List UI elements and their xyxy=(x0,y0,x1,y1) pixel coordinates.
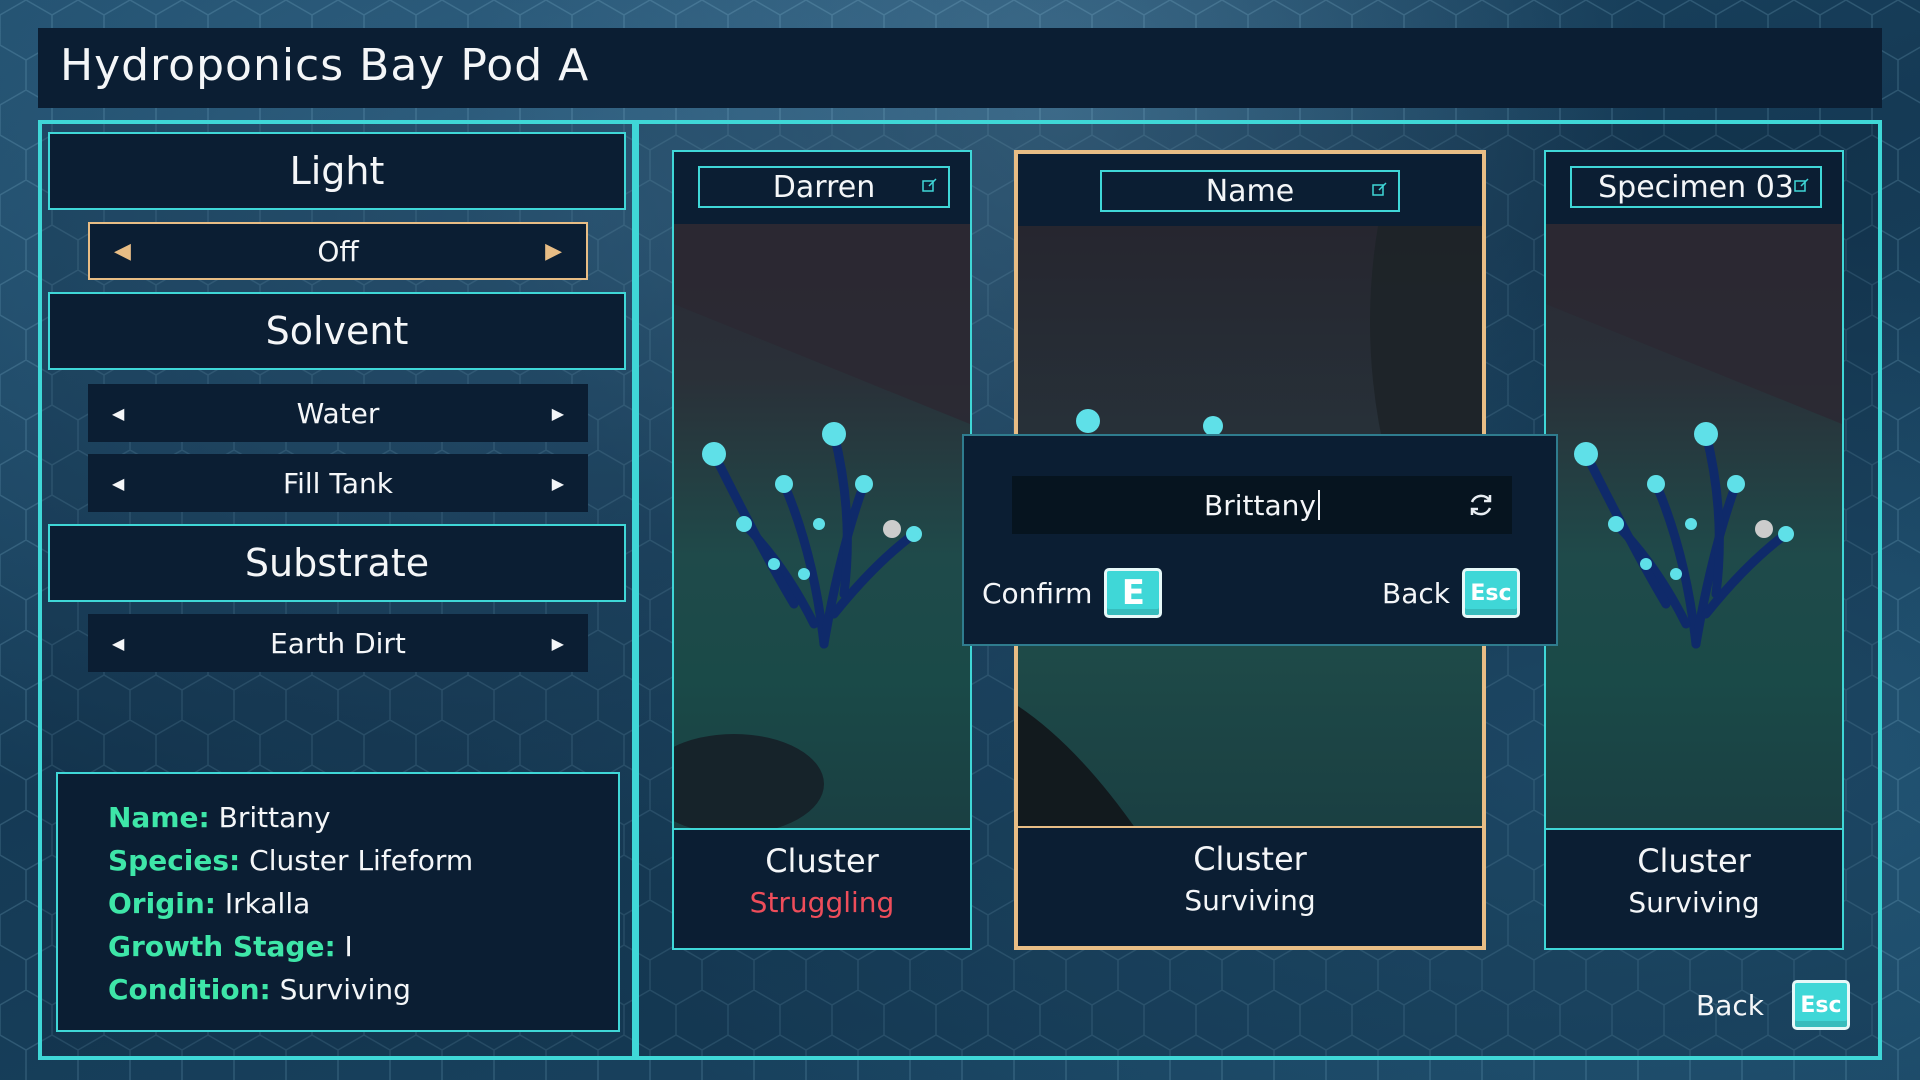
specimen-card-3[interactable]: Specimen 03 Cluster Surviving xyxy=(1544,150,1844,950)
specimen-type: Cluster xyxy=(765,842,879,880)
arrow-left-icon[interactable]: ◀ xyxy=(112,634,124,653)
solvent-header: Solvent xyxy=(48,292,626,370)
light-value: Off xyxy=(317,234,359,268)
specimen-status: Struggling xyxy=(749,886,895,919)
edit-icon[interactable] xyxy=(922,177,938,193)
arrow-left-icon[interactable]: ◀ xyxy=(114,239,131,264)
plant-cluster-graphic xyxy=(674,224,970,830)
arrow-right-icon[interactable]: ▶ xyxy=(545,239,562,264)
edit-icon[interactable] xyxy=(1372,181,1388,197)
arrow-right-icon[interactable]: ▶ xyxy=(552,404,564,423)
refresh-icon[interactable] xyxy=(1466,490,1496,520)
specimen-name-box[interactable]: Specimen 03 xyxy=(1570,166,1822,208)
light-label: Light xyxy=(289,149,385,193)
light-selector[interactable]: ◀ Off ▶ xyxy=(88,222,588,280)
specimen-name: Name xyxy=(1205,173,1295,209)
dialog-back-label: Back xyxy=(1382,576,1450,610)
arrow-right-icon[interactable]: ▶ xyxy=(552,634,564,653)
arrow-left-icon[interactable]: ◀ xyxy=(112,474,124,493)
text-caret xyxy=(1317,490,1320,520)
specimen-name-box[interactable]: Darren xyxy=(698,166,950,208)
rename-dialog: Brittany Confirm E Back Esc xyxy=(962,434,1558,646)
card-footer: Cluster Surviving xyxy=(1546,828,1842,948)
info-name-row: Name: Brittany xyxy=(108,801,331,834)
confirm-button[interactable]: Confirm E xyxy=(982,568,1163,618)
title-bar: Hydroponics Bay Pod A xyxy=(38,28,1882,108)
substrate-header: Substrate xyxy=(48,524,626,602)
info-origin-row: Origin: Irkalla xyxy=(108,887,311,920)
info-species-row: Species: Cluster Lifeform xyxy=(108,844,474,877)
specimen-image xyxy=(674,224,970,830)
confirm-label: Confirm xyxy=(982,576,1093,610)
light-header: Light xyxy=(48,132,626,210)
back-button[interactable]: Back Esc xyxy=(1696,980,1850,1030)
card-footer: Cluster Surviving xyxy=(1018,826,1482,946)
substrate-label: Substrate xyxy=(244,541,430,585)
card-header: Name xyxy=(1018,154,1482,226)
key-e-icon: E xyxy=(1104,568,1163,618)
arrow-left-icon[interactable]: ◀ xyxy=(112,404,124,423)
specimen-status: Surviving xyxy=(1184,884,1316,917)
substrate-selector[interactable]: ◀ Earth Dirt ▶ xyxy=(88,614,588,672)
back-label: Back xyxy=(1696,988,1764,1022)
fill-tank-selector[interactable]: ◀ Fill Tank ▶ xyxy=(88,454,588,512)
specimen-info-box: Name: Brittany Species: Cluster Lifeform… xyxy=(56,772,620,1032)
specimen-name: Darren xyxy=(772,169,876,205)
key-esc-icon: Esc xyxy=(1791,980,1850,1030)
solvent-label: Solvent xyxy=(265,309,409,353)
plant-cluster-graphic xyxy=(1546,224,1842,649)
specimen-type: Cluster xyxy=(1637,842,1751,880)
specimen-status: Surviving xyxy=(1628,886,1760,919)
solvent-selector[interactable]: ◀ Water ▶ xyxy=(88,384,588,442)
solvent-value: Water xyxy=(296,396,380,430)
page-title: Hydroponics Bay Pod A xyxy=(60,40,590,91)
key-esc-icon: Esc xyxy=(1461,568,1520,618)
name-input[interactable]: Brittany xyxy=(1012,476,1512,534)
specimen-name-box[interactable]: Name xyxy=(1100,170,1400,212)
card-footer: Cluster Struggling xyxy=(674,828,970,948)
info-condition-row: Condition: Surviving xyxy=(108,973,411,1006)
specimen-image xyxy=(1546,224,1842,830)
name-input-value: Brittany xyxy=(1204,488,1316,522)
substrate-value: Earth Dirt xyxy=(270,626,406,660)
specimen-card-1[interactable]: Darren Cluster Struggling xyxy=(672,150,972,950)
dialog-back-button[interactable]: Back Esc xyxy=(1382,568,1520,618)
specimen-type: Cluster xyxy=(1193,840,1307,878)
card-header: Darren xyxy=(674,152,970,224)
arrow-right-icon[interactable]: ▶ xyxy=(552,474,564,493)
info-stage-row: Growth Stage: I xyxy=(108,930,353,963)
specimen-name: Specimen 03 xyxy=(1598,169,1794,205)
edit-icon[interactable] xyxy=(1794,177,1810,193)
fill-tank-label: Fill Tank xyxy=(283,466,393,500)
card-header: Specimen 03 xyxy=(1546,152,1842,224)
